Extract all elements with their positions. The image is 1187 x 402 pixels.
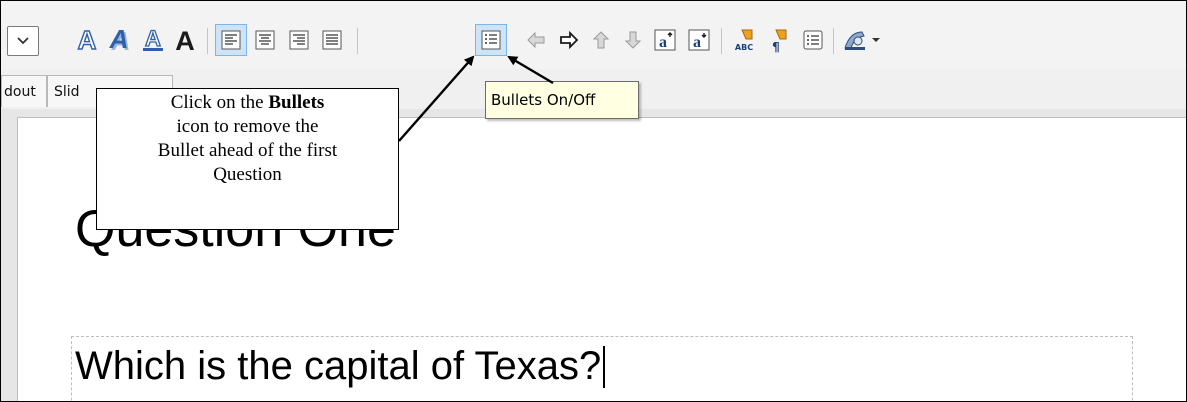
fontwork-dropdown-button[interactable]: [867, 24, 885, 56]
bold-font-icon: A: [175, 27, 195, 53]
arrow-up-icon: [592, 31, 610, 49]
underline-font-button[interactable]: A: [137, 24, 169, 56]
callout-line-2: icon to remove the: [176, 116, 319, 137]
move-up-button[interactable]: [585, 24, 617, 56]
align-center-icon: [255, 30, 275, 50]
fontwork-icon: [844, 31, 865, 50]
tab-handout[interactable]: dout: [1, 75, 47, 107]
subscript-button[interactable]: a: [683, 24, 715, 56]
formatting-marks-icon: ¶: [772, 29, 787, 53]
callout-line-3: Bullet ahead of the first: [157, 140, 338, 161]
svg-text:a: a: [659, 34, 667, 51]
tooltip-text: Bullets On/Off: [491, 91, 596, 109]
svg-text:¶: ¶: [772, 40, 780, 53]
list-box-icon: [803, 30, 823, 50]
svg-text:A: A: [78, 27, 97, 53]
slide-content-text[interactable]: Which is the capital of Texas?: [75, 344, 606, 388]
content-line: Which is the capital of Texas?: [75, 344, 602, 388]
svg-text:A: A: [175, 27, 195, 53]
bullets-tooltip: Bullets On/Off: [485, 81, 639, 119]
tab-handout-label: dout: [4, 83, 36, 100]
align-right-button[interactable]: [283, 24, 315, 56]
callout-line-1-prefix: Click on the: [170, 92, 269, 113]
callout-line-4: Question: [213, 164, 282, 185]
shadow-font-icon: A A: [109, 27, 131, 53]
outline-font-button[interactable]: A: [71, 24, 103, 56]
toolbar-separator: [833, 28, 834, 54]
arrow-down-icon: [624, 31, 642, 49]
toolbar-separator: [357, 28, 358, 54]
align-justify-icon: [322, 30, 342, 50]
align-right-icon: [289, 30, 309, 50]
formatting-marks-button[interactable]: ¶: [763, 24, 795, 56]
arrow-left-icon: [527, 31, 545, 49]
svg-text:ABC: ABC: [735, 43, 753, 52]
outline-view-button[interactable]: [797, 24, 829, 56]
superscript-icon: a: [654, 29, 676, 51]
align-left-button[interactable]: [215, 24, 247, 56]
dropdown-arrow-icon: [872, 38, 880, 42]
demote-button[interactable]: [553, 24, 585, 56]
svg-text:A: A: [145, 27, 161, 51]
text-cursor: [603, 346, 606, 388]
chevron-down-icon: [17, 37, 29, 45]
underline-font-icon: A: [143, 27, 163, 52]
font-dropdown-button[interactable]: [7, 26, 39, 56]
toolbar-separator: [207, 28, 208, 54]
svg-text:a: a: [693, 34, 701, 51]
align-justify-button[interactable]: [316, 24, 348, 56]
superscript-button[interactable]: a: [649, 24, 681, 56]
align-center-button[interactable]: [249, 24, 281, 56]
svg-text:A: A: [109, 27, 129, 53]
toolbar-separator: [721, 28, 722, 54]
callout-line-1: Click on the Bullets: [97, 91, 398, 115]
promote-button[interactable]: [520, 24, 552, 56]
spellcheck-icon: ABC: [735, 29, 753, 52]
move-down-button[interactable]: [617, 24, 649, 56]
bold-font-button[interactable]: A: [169, 24, 201, 56]
outline-font-icon: A: [77, 27, 97, 53]
formatting-toolbar: A A A A A a a ABC ¶: [1, 1, 1186, 69]
instruction-callout: Click on the Bullets icon to remove the …: [96, 88, 399, 230]
autospellcheck-button[interactable]: ABC: [729, 24, 761, 56]
tab-slide-sorter-label: Slid: [54, 83, 80, 100]
arrow-right-icon: [560, 31, 579, 49]
align-left-icon: [221, 30, 241, 50]
bullets-on-off-button[interactable]: [475, 24, 507, 56]
shadow-font-button[interactable]: A A: [103, 24, 135, 56]
callout-bold-word: Bullets: [268, 92, 325, 113]
app-window: A A A A A a a ABC ¶ dout Slid Which is t…: [0, 0, 1187, 402]
bulleted-list-icon: [481, 30, 501, 50]
subscript-icon: a: [688, 29, 710, 51]
